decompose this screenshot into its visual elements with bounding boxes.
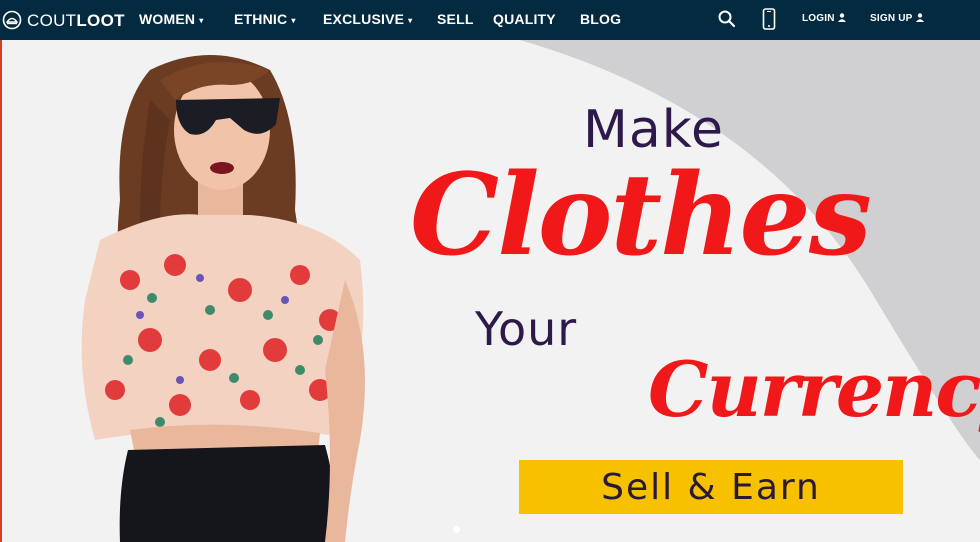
nav-quality[interactable]: QUALITY <box>493 11 556 28</box>
brand-logo[interactable]: COUTLOOT <box>2 8 125 32</box>
chevron-down-icon: ▾ <box>199 16 204 25</box>
nav-women-label: WOMEN <box>139 11 196 27</box>
headline-currency: Currency <box>648 345 980 434</box>
search-icon <box>718 10 736 28</box>
hero-banner[interactable]: Make Clothes Your Currency Sell & Earn <box>0 40 980 542</box>
nav-exclusive[interactable]: EXCLUSIVE ▾ <box>323 11 412 30</box>
headline-your: Your <box>475 302 578 356</box>
nav-ethnic[interactable]: ETHNIC ▾ <box>234 11 296 30</box>
carousel-dot[interactable] <box>453 526 460 533</box>
nav-quality-label: QUALITY <box>493 11 556 27</box>
chevron-down-icon: ▾ <box>291 16 296 25</box>
nav-women[interactable]: WOMEN ▾ <box>139 11 203 30</box>
signup-link[interactable]: SIGN UP <box>870 13 924 25</box>
brand-name: COUTLOOT <box>27 10 125 30</box>
top-navbar: COUTLOOT WOMEN ▾ ETHNIC ▾ EXCLUSIVE ▾ SELL … <box>0 0 980 40</box>
nav-sell-label: SELL <box>437 11 474 27</box>
sell-and-earn-label: Sell & Earn <box>601 466 821 508</box>
user-icon <box>915 13 924 22</box>
nav-sell[interactable]: SELL <box>437 11 474 28</box>
mobile-app-button[interactable] <box>762 8 776 30</box>
user-icon <box>837 13 846 22</box>
search-button[interactable] <box>717 9 737 29</box>
signup-label: SIGN UP <box>870 13 913 24</box>
model-photo <box>81 55 365 542</box>
sell-and-earn-button[interactable]: Sell & Earn <box>519 460 903 514</box>
nav-exclusive-label: EXCLUSIVE <box>323 11 405 27</box>
mobile-phone-icon <box>762 8 776 30</box>
headline-make: Make <box>583 100 724 160</box>
nav-ethnic-label: ETHNIC <box>234 11 288 27</box>
nav-blog[interactable]: BLOG <box>580 11 621 28</box>
login-link[interactable]: LOGIN <box>802 13 846 25</box>
coutloot-logo-icon <box>2 10 22 30</box>
headline-clothes: Clothes <box>410 150 872 281</box>
nav-blog-label: BLOG <box>580 11 622 27</box>
chevron-down-icon: ▾ <box>408 16 413 25</box>
login-label: LOGIN <box>802 13 835 24</box>
